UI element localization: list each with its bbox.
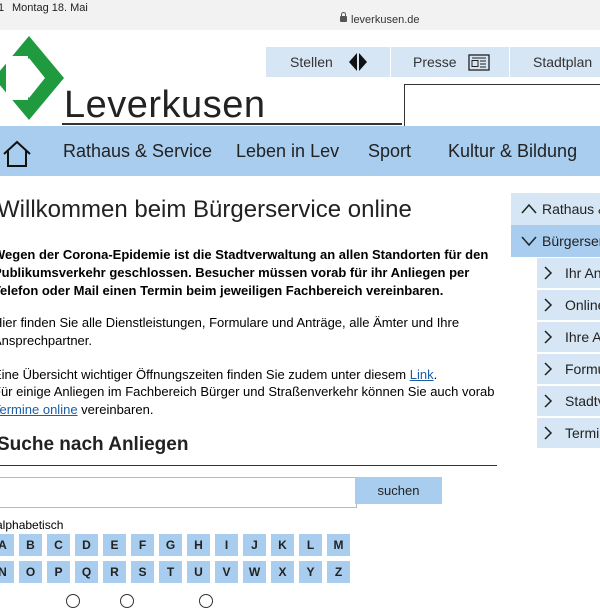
sidebar-item-label: Bürgerservice online bbox=[542, 233, 600, 249]
nav-kultur-bildung[interactable]: Kultur & Bildung bbox=[448, 126, 577, 176]
diamond-arrows-icon bbox=[349, 53, 367, 71]
chevron-right-icon bbox=[544, 362, 553, 376]
appointment-text-end: vereinbaren. bbox=[77, 402, 154, 417]
nav-sport[interactable]: Sport bbox=[368, 126, 411, 176]
appointment-text-body: Für einige Anliegen im Fachbereich Bürge… bbox=[0, 384, 495, 399]
status-bar: 1 Montag 18. Mai leverkusen.de bbox=[0, 0, 600, 30]
chevron-down-icon bbox=[521, 236, 537, 247]
letter-t[interactable]: T bbox=[159, 561, 182, 583]
letter-z[interactable]: Z bbox=[327, 561, 350, 583]
letter-a[interactable]: A bbox=[0, 534, 14, 556]
sidebar-subitem[interactable]: Formulare bbox=[537, 354, 600, 384]
divider bbox=[509, 47, 510, 77]
letter-v[interactable]: V bbox=[215, 561, 238, 583]
chevron-right-icon bbox=[544, 298, 553, 312]
sidebar-subitem-label: Formulare bbox=[565, 361, 600, 377]
letter-d[interactable]: D bbox=[75, 534, 98, 556]
sidebar-subitem-label: Ihre Ansprechpartner bbox=[565, 329, 600, 345]
sidebar-subitem-label: Ihr Anliegen bbox=[565, 265, 600, 281]
search-heading: Suche nach Anliegen bbox=[0, 434, 189, 455]
letter-w[interactable]: W bbox=[243, 561, 266, 583]
chevron-right-icon bbox=[544, 426, 553, 440]
status-time: 1 bbox=[0, 2, 5, 14]
hours-link[interactable]: Link bbox=[410, 367, 434, 382]
letter-q[interactable]: Q bbox=[75, 561, 98, 583]
sidebar-subitem[interactable]: Ihr Anliegen bbox=[537, 258, 600, 288]
newspaper-icon bbox=[468, 54, 490, 71]
search-button[interactable]: suchen bbox=[355, 477, 442, 504]
appointments-online-link[interactable]: Termine online bbox=[0, 402, 78, 417]
nav-rathaus-service[interactable]: Rathaus & Service bbox=[63, 126, 212, 176]
sidebar-subitem[interactable]: Stadtverwaltung bbox=[537, 386, 600, 416]
letter-k[interactable]: K bbox=[271, 534, 294, 556]
letter-e[interactable]: E bbox=[103, 534, 126, 556]
letter-p[interactable]: P bbox=[47, 561, 70, 583]
radio-button[interactable] bbox=[66, 594, 80, 608]
sidebar-subitem[interactable]: Termine bbox=[537, 418, 600, 448]
letter-o[interactable]: O bbox=[19, 561, 42, 583]
letter-n[interactable]: N bbox=[0, 561, 14, 583]
letter-r[interactable]: R bbox=[103, 561, 126, 583]
sidebar-subitem-label: Termine bbox=[565, 425, 600, 441]
appointment-text: Für einige Anliegen im Fachbereich Bürge… bbox=[0, 383, 503, 419]
letter-m[interactable]: M bbox=[327, 534, 350, 556]
site-title[interactable]: Leverkusen bbox=[64, 84, 265, 127]
top-link-presse[interactable]: Presse bbox=[413, 47, 457, 77]
header-search-input[interactable] bbox=[404, 84, 600, 128]
hours-text-end: . bbox=[433, 367, 438, 382]
chevron-right-icon bbox=[544, 394, 553, 408]
letter-l[interactable]: L bbox=[299, 534, 322, 556]
letter-h[interactable]: H bbox=[187, 534, 210, 556]
page-title: Willkommen beim Bürgerservice online bbox=[0, 196, 412, 223]
sidebar-item-label: Rathaus & Service bbox=[542, 201, 600, 217]
hours-text-body: Eine Übersicht wichtiger Öffnungszeiten … bbox=[0, 367, 410, 382]
letter-j[interactable]: J bbox=[243, 534, 266, 556]
top-links: Stellen Presse Stadtplan bbox=[266, 47, 600, 77]
lock-icon bbox=[340, 12, 347, 22]
status-date: Montag 18. Mai bbox=[12, 2, 88, 14]
letter-s[interactable]: S bbox=[131, 561, 154, 583]
sidebar-subitem[interactable]: Ihre Ansprechpartner bbox=[537, 322, 600, 352]
sidebar-subitem-label: Stadtverwaltung bbox=[565, 393, 600, 409]
nav-leben-in-lev[interactable]: Leben in Lev bbox=[236, 126, 339, 176]
divider bbox=[390, 47, 391, 77]
home-icon[interactable] bbox=[2, 140, 32, 168]
hours-text: Eine Übersicht wichtiger Öffnungszeiten … bbox=[0, 366, 503, 384]
radio-button[interactable] bbox=[120, 594, 134, 608]
sidebar-subitem-label: Online-Dienste bbox=[565, 297, 600, 313]
letter-y[interactable]: Y bbox=[299, 561, 322, 583]
letter-i[interactable]: I bbox=[215, 534, 238, 556]
address-url: leverkusen.de bbox=[351, 14, 420, 26]
corona-notice: Wegen der Corona-Epidemie ist die Stadtv… bbox=[0, 247, 489, 298]
city-logo[interactable] bbox=[0, 36, 64, 120]
letter-f[interactable]: F bbox=[131, 534, 154, 556]
chevron-up-icon bbox=[521, 203, 537, 214]
letter-c[interactable]: C bbox=[47, 534, 70, 556]
chevron-right-icon bbox=[544, 266, 553, 280]
alphabet-label: alphabetisch bbox=[0, 518, 64, 532]
top-link-label: Presse bbox=[413, 54, 457, 70]
radio-button[interactable] bbox=[199, 594, 213, 608]
chevron-right-icon bbox=[544, 330, 553, 344]
sidebar-item-buergerservice-online[interactable]: Bürgerservice online bbox=[511, 225, 600, 257]
sidebar-subitem[interactable]: Online-Dienste bbox=[537, 290, 600, 320]
letter-u[interactable]: U bbox=[187, 561, 210, 583]
letter-g[interactable]: G bbox=[159, 534, 182, 556]
main-nav: Rathaus & Service Leben in Lev Sport Kul… bbox=[0, 126, 600, 176]
letter-x[interactable]: X bbox=[271, 561, 294, 583]
concern-search-input[interactable] bbox=[0, 477, 357, 508]
top-link-label: Stellen bbox=[290, 54, 333, 70]
top-link-label: Stadtplan bbox=[533, 54, 593, 70]
divider bbox=[0, 465, 497, 466]
sidebar-item-rathaus-service[interactable]: Rathaus & Service bbox=[511, 193, 600, 225]
top-link-stellen[interactable]: Stellen bbox=[290, 47, 333, 77]
address-bar[interactable]: leverkusen.de bbox=[340, 12, 420, 26]
top-link-stadtplan[interactable]: Stadtplan bbox=[533, 47, 592, 77]
letter-b[interactable]: B bbox=[19, 534, 42, 556]
intro-text: Hier finden Sie alle Dienstleistungen, F… bbox=[0, 315, 460, 348]
title-underline bbox=[62, 123, 402, 125]
